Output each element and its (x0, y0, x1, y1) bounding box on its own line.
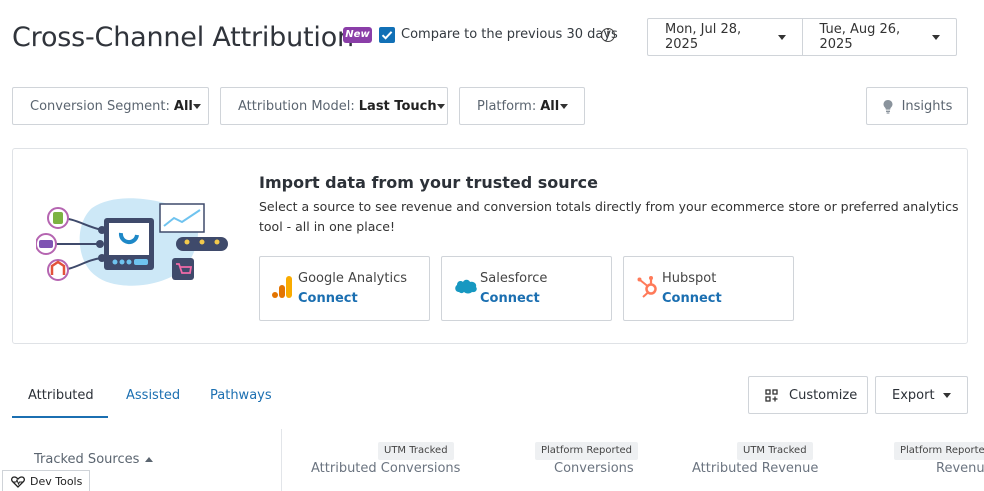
lightbulb-icon (883, 99, 893, 114)
filter-key: Platform: (477, 98, 537, 114)
hubspot-card[interactable]: Hubspot Connect (623, 256, 794, 321)
platform-dropdown[interactable]: Platform: All (459, 87, 585, 125)
info-icon[interactable]: i (601, 28, 615, 42)
sort-ascending-icon (145, 457, 154, 462)
end-date-button[interactable]: Tue, Aug 26, 2025 (801, 19, 957, 55)
active-tab-indicator (12, 416, 108, 418)
google-analytics-icon (272, 276, 292, 298)
column-header-revenue[interactable]: Revenue (936, 461, 984, 476)
conversion-segment-dropdown[interactable]: Conversion Segment: All (12, 87, 209, 125)
utm-tracked-tag: UTM Tracked (737, 442, 813, 460)
chevron-down-icon (560, 103, 568, 109)
column-header-attributed-conversions[interactable]: Attributed Conversions (311, 461, 460, 476)
hubspot-icon (637, 276, 657, 298)
insights-button[interactable]: Insights (866, 87, 968, 125)
utm-tracked-tag: UTM Tracked (378, 442, 454, 460)
source-name: Salesforce (480, 271, 548, 286)
column-divider (281, 429, 282, 491)
source-name: Hubspot (662, 271, 717, 286)
integration-illustration (36, 198, 228, 286)
filter-key: Attribution Model: (238, 98, 355, 114)
tracked-sources-label: Tracked Sources (34, 452, 140, 467)
date-range-picker: Mon, Jul 28, 2025 Tue, Aug 26, 2025 (647, 18, 957, 56)
dev-tools-tab[interactable]: Dev Tools (2, 470, 90, 491)
chevron-down-icon (943, 392, 951, 398)
chevron-down-icon (192, 103, 201, 109)
platform-reported-tag: Platform Reported (894, 442, 984, 460)
filter-value: All (173, 98, 193, 114)
connect-link[interactable]: Connect (480, 291, 540, 306)
start-date-value: Mon, Jul 28, 2025 (665, 22, 742, 52)
tab-assisted[interactable]: Assisted (126, 388, 180, 403)
insights-label: Insights (901, 98, 953, 114)
tab-pathways[interactable]: Pathways (210, 388, 272, 403)
filter-value: All (540, 98, 560, 114)
export-label: Export (892, 387, 935, 403)
customize-label: Customize (789, 387, 858, 403)
salesforce-icon (455, 279, 477, 294)
column-header-attributed-revenue[interactable]: Attributed Revenue (692, 461, 818, 476)
chevron-down-icon (436, 103, 445, 109)
tracked-sources-header[interactable]: Tracked Sources (34, 452, 154, 467)
customize-button[interactable]: Customize (748, 376, 868, 414)
column-header-conversions[interactable]: Conversions (554, 461, 634, 476)
filter-value: Last Touch (358, 98, 437, 114)
new-badge: New (343, 27, 372, 43)
google-analytics-card[interactable]: Google Analytics Connect (259, 256, 430, 321)
chevron-down-icon (777, 34, 786, 40)
page-title: Cross-Channel Attribution (12, 22, 354, 53)
source-name: Google Analytics (298, 271, 408, 286)
connect-link[interactable]: Connect (662, 291, 722, 306)
connect-link[interactable]: Connect (298, 291, 358, 306)
tab-attributed[interactable]: Attributed (28, 388, 94, 403)
salesforce-card[interactable]: Salesforce Connect (441, 256, 612, 321)
check-icon (381, 31, 393, 40)
dev-tools-label: Dev Tools (30, 475, 83, 488)
end-date-value: Tue, Aug 26, 2025 (819, 22, 901, 52)
import-title: Import data from your trusted source (259, 173, 598, 192)
import-description: Select a source to see revenue and conve… (259, 199, 959, 234)
attribution-model-dropdown[interactable]: Attribution Model: Last Touch (220, 87, 448, 125)
start-date-button[interactable]: Mon, Jul 28, 2025 (648, 19, 802, 55)
export-dropdown[interactable]: Export (875, 376, 968, 414)
chevron-down-icon (932, 34, 940, 40)
heart-pulse-icon (11, 475, 25, 488)
grid-add-icon (765, 388, 778, 402)
compare-checkbox[interactable] (379, 27, 395, 43)
filter-key: Conversion Segment: (30, 98, 170, 114)
compare-label[interactable]: Compare to the previous 30 days (401, 27, 618, 42)
platform-reported-tag: Platform Reported (535, 442, 639, 460)
